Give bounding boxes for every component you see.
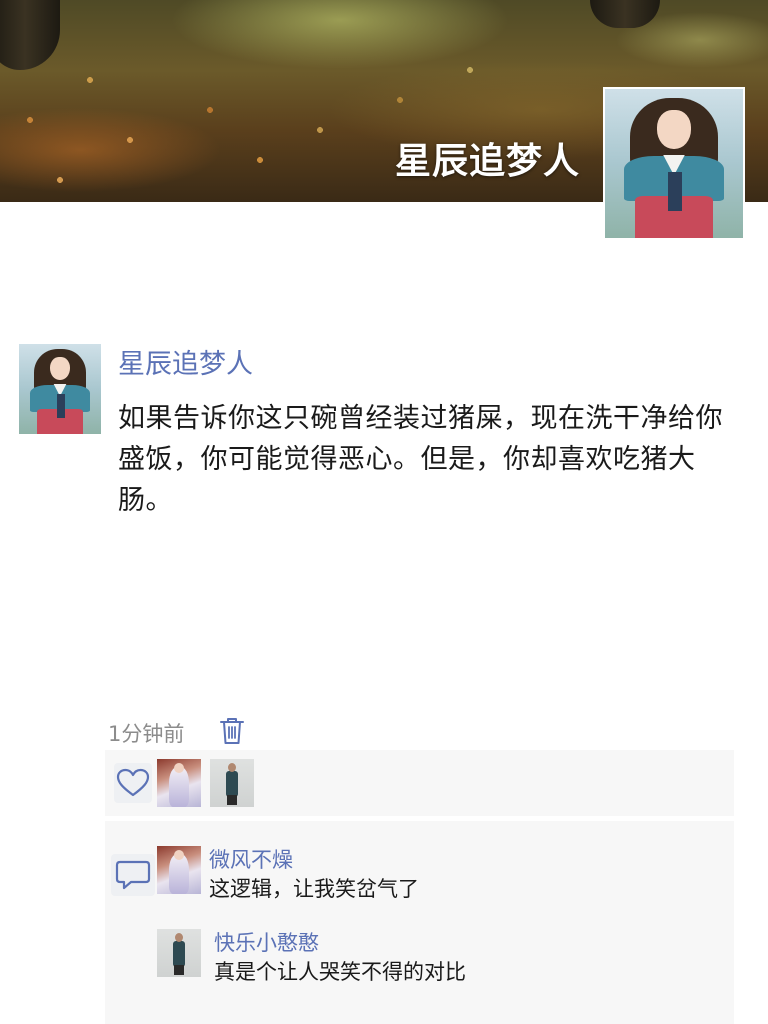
liker-figure-head	[228, 763, 236, 772]
avatar-ribbon	[56, 394, 65, 418]
comments-panel: 微风不燥 这逻辑，让我笑岔气了 快乐小憨憨 真是个让人哭笑不得的对比	[105, 821, 734, 1024]
liker-figure-legs	[227, 795, 237, 805]
liker-figure-head	[174, 763, 184, 773]
avatar-face	[657, 109, 691, 149]
post-author-name[interactable]: 星辰追梦人	[118, 342, 253, 381]
cover-username: 星辰追梦人	[394, 141, 580, 182]
commenter-figure-head	[174, 850, 184, 860]
moments-page: 星辰追梦人 星辰追梦人 如果告诉你这只碗曾经装过猪屎，现在洗干净给你盛饭，你可能…	[0, 0, 768, 1024]
post-timestamp: 1分钟前	[108, 722, 185, 746]
comment-text: 这逻辑，让我笑岔气了	[209, 877, 419, 901]
commenter-figure-head	[175, 933, 183, 942]
profile-avatar[interactable]	[603, 87, 745, 240]
commenter-figure	[173, 941, 185, 967]
likes-panel	[105, 750, 734, 816]
comment-text: 真是个让人哭笑不得的对比	[214, 960, 466, 984]
post-content: 如果告诉你这只碗曾经装过猪屎，现在洗干净给你盛饭，你可能觉得恶心。但是，你却喜欢…	[118, 403, 723, 516]
comment-author[interactable]: 快乐小憨憨	[214, 927, 319, 957]
avatar-ribbon	[668, 172, 683, 212]
liker-figure	[169, 767, 189, 807]
comment-author[interactable]: 微风不燥	[209, 844, 293, 874]
liker-avatar[interactable]	[210, 759, 254, 807]
trash-icon[interactable]	[218, 715, 246, 747]
comment-icon[interactable]	[111, 854, 155, 896]
commenter-avatar[interactable]	[157, 929, 201, 977]
post-author-avatar[interactable]	[19, 344, 101, 434]
commenter-figure	[169, 854, 189, 894]
liker-figure	[226, 771, 238, 797]
commenter-avatar[interactable]	[157, 846, 201, 894]
heart-icon[interactable]	[114, 763, 152, 803]
avatar-face	[50, 356, 70, 380]
liker-avatar[interactable]	[157, 759, 201, 807]
commenter-figure-legs	[174, 965, 184, 975]
